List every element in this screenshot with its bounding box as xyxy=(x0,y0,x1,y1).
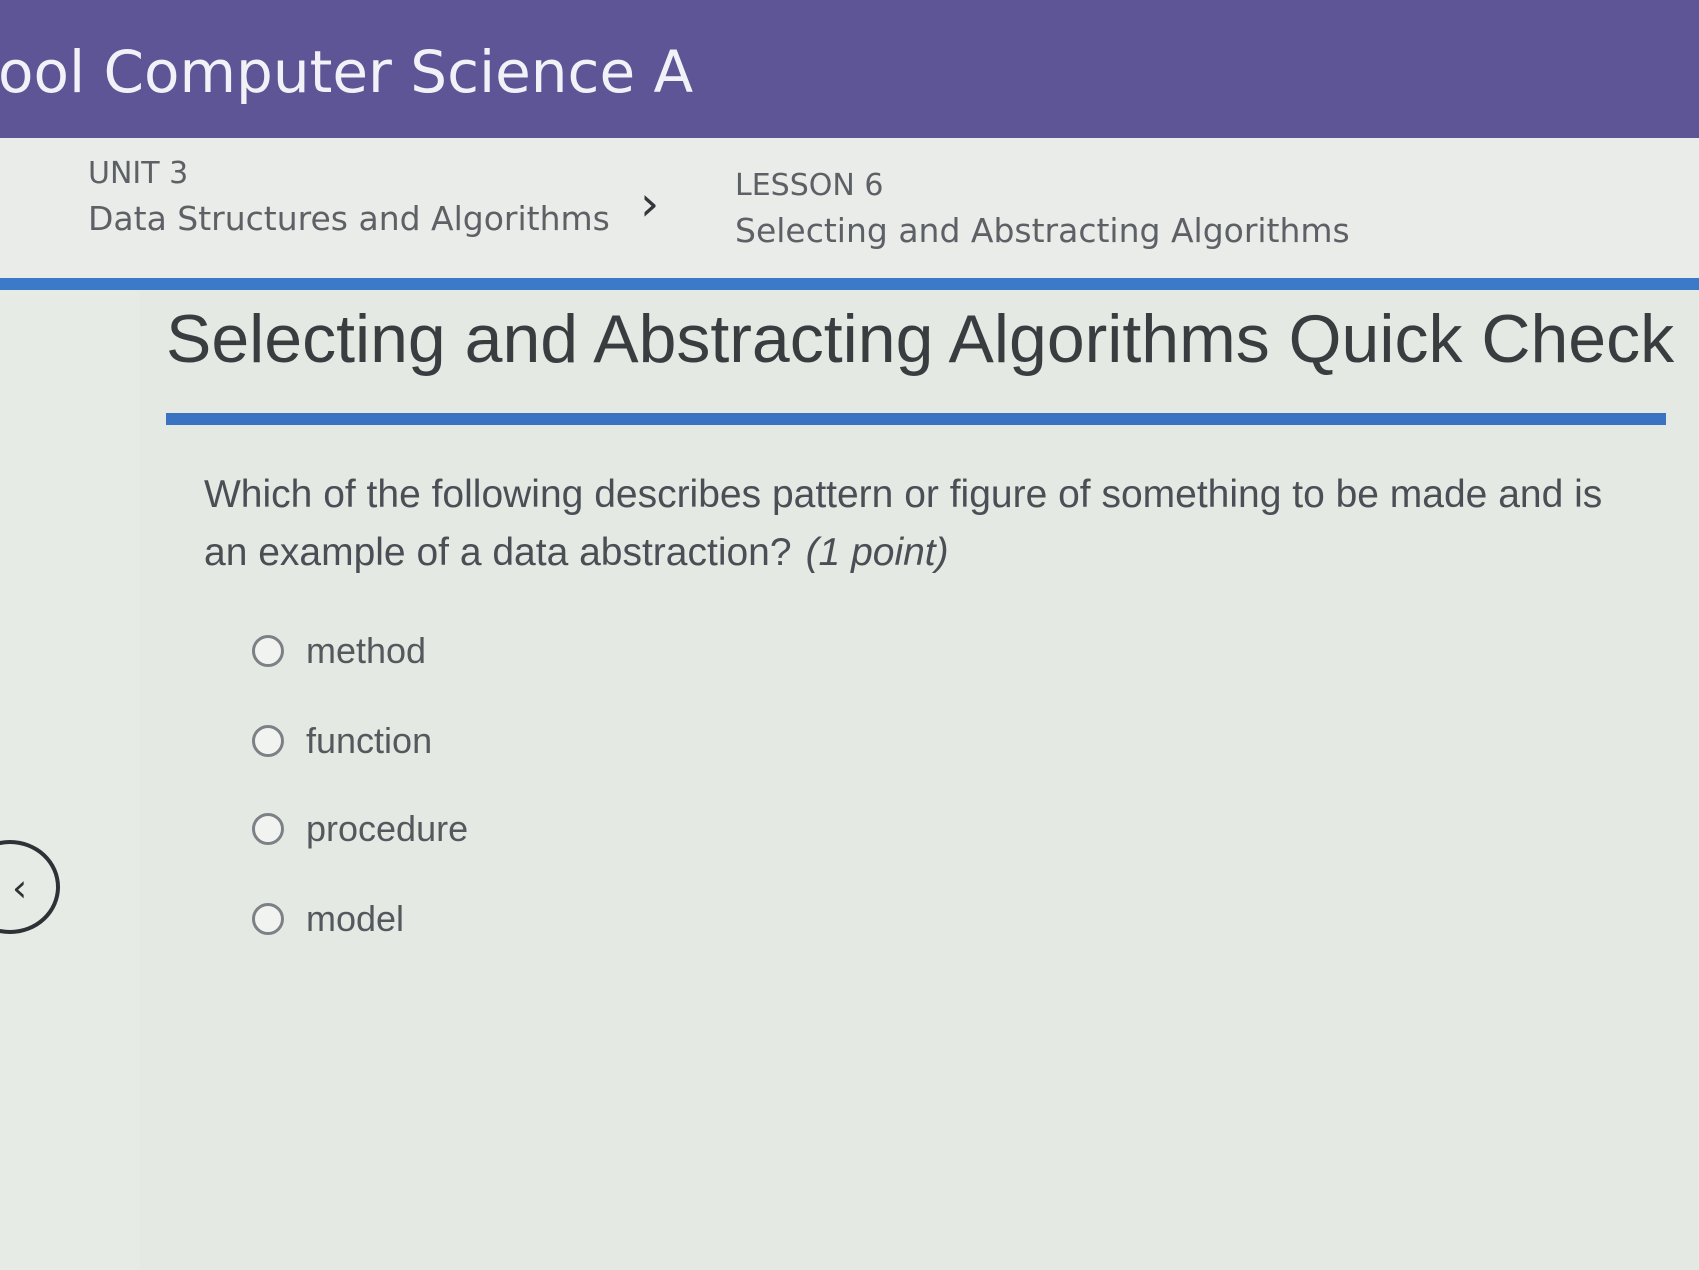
breadcrumb-lesson-number: LESSON 6 xyxy=(735,168,884,203)
chevron-left-icon: ‹ xyxy=(12,866,28,910)
breadcrumb: UNIT 3 Data Structures and Algorithms › … xyxy=(0,138,1699,278)
question-points: (1 point) xyxy=(805,531,949,574)
previous-page-button[interactable]: ‹ xyxy=(0,840,60,934)
answer-option-procedure[interactable]: procedure xyxy=(252,808,468,850)
radio-button[interactable] xyxy=(252,725,284,757)
chevron-right-icon: › xyxy=(640,176,660,232)
course-title: ool Computer Science A xyxy=(0,38,694,106)
breadcrumb-lesson-title: Selecting and Abstracting Algorithms xyxy=(735,211,1350,250)
quiz-panel: Selecting and Abstracting Algorithms Qui… xyxy=(140,290,1699,1270)
breadcrumb-unit-number: UNIT 3 xyxy=(88,156,189,191)
answer-option-label: model xyxy=(306,898,405,939)
breadcrumb-unit-link[interactable]: UNIT 3 Data Structures and Algorithms xyxy=(88,156,610,238)
course-header: ool Computer Science A xyxy=(0,0,1699,138)
radio-button[interactable] xyxy=(252,635,284,667)
answer-option-model[interactable]: model xyxy=(252,898,404,940)
answer-option-function[interactable]: function xyxy=(252,720,432,762)
page-title: Selecting and Abstracting Algorithms Qui… xyxy=(166,301,1675,377)
breadcrumb-divider xyxy=(0,278,1699,290)
radio-button[interactable] xyxy=(252,903,284,935)
breadcrumb-lesson-link[interactable]: LESSON 6 Selecting and Abstracting Algor… xyxy=(735,168,1350,250)
answer-option-label: method xyxy=(306,630,427,671)
answer-option-label: function xyxy=(306,720,433,761)
radio-button[interactable] xyxy=(252,813,284,845)
breadcrumb-unit-title: Data Structures and Algorithms xyxy=(88,199,610,238)
answer-option-label: procedure xyxy=(306,808,469,849)
answer-option-method[interactable]: method xyxy=(252,630,426,672)
question-text: Which of the following describes pattern… xyxy=(204,466,1624,582)
title-divider xyxy=(166,413,1666,425)
